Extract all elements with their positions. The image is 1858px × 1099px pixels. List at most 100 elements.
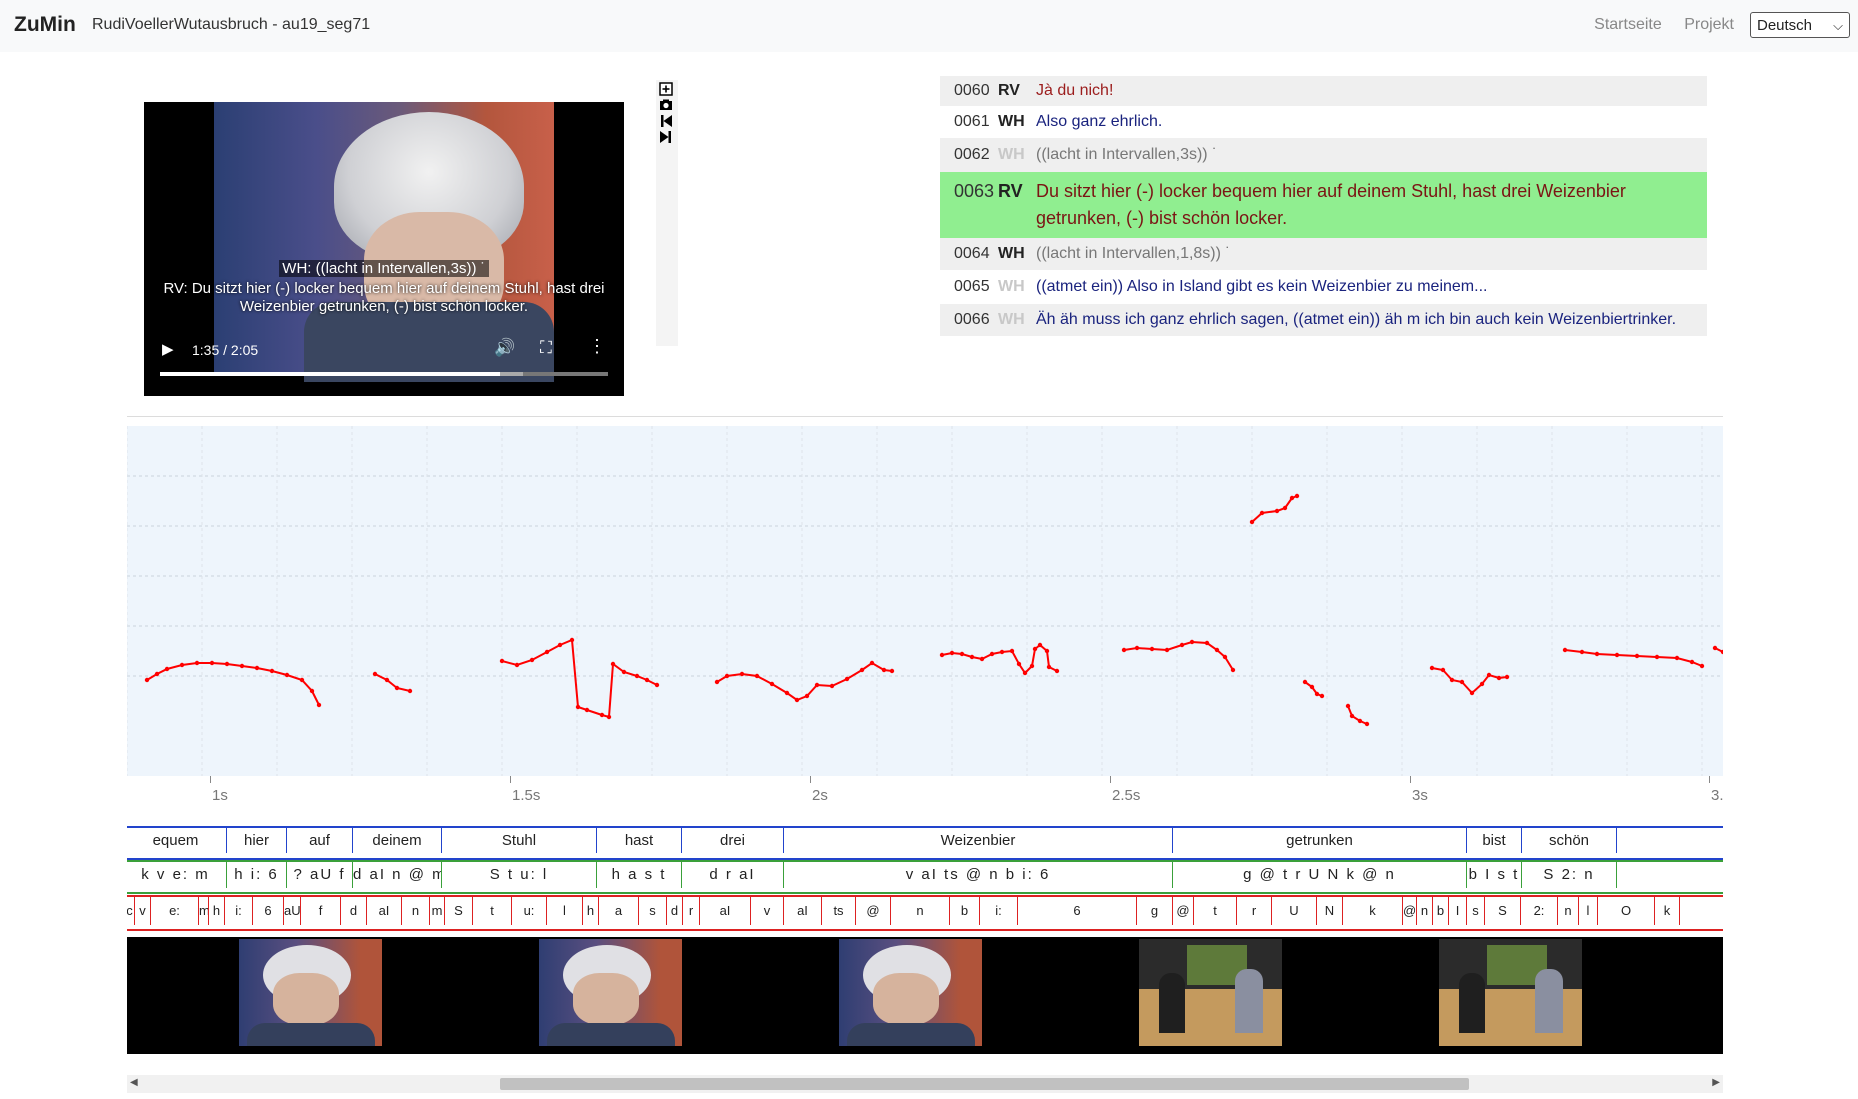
phone-cell[interactable]: f — [301, 897, 341, 925]
phone-cell[interactable]: d — [341, 897, 367, 925]
transcript-line[interactable]: 0060 RV Jà du nich! — [940, 76, 1707, 106]
phone-cell[interactable]: b — [950, 897, 980, 925]
syllable-cell[interactable]: S t u: l — [442, 862, 597, 888]
phone-cell[interactable]: t — [473, 897, 512, 925]
phone-cell[interactable]: @ — [1403, 897, 1417, 925]
word-cell[interactable]: equem — [127, 828, 227, 853]
phone-cell[interactable]: n — [1558, 897, 1579, 925]
word-cell[interactable]: auf — [287, 828, 353, 853]
video-progress-bar[interactable] — [160, 372, 608, 376]
zoom-in-icon[interactable] — [659, 82, 673, 96]
phone-cell[interactable]: N — [1317, 897, 1343, 925]
volume-icon[interactable]: 🔊 — [494, 338, 515, 358]
video-thumbnail[interactable] — [1439, 939, 1582, 1046]
nav-link-projekt[interactable]: Projekt — [1684, 16, 1734, 33]
phone-cell[interactable]: v — [135, 897, 151, 925]
word-cell[interactable]: hier — [227, 828, 287, 853]
video-thumbnail[interactable] — [1139, 939, 1282, 1046]
word-cell[interactable]: schön — [1522, 828, 1617, 853]
phone-cell[interactable]: m — [199, 897, 209, 925]
syllable-cell[interactable]: S 2: n — [1522, 862, 1617, 888]
syllable-cell[interactable]: ? aU f — [287, 862, 353, 888]
phone-cell[interactable]: r — [1237, 897, 1272, 925]
phone-cell[interactable]: n — [1417, 897, 1433, 925]
nav-link-startseite[interactable]: Startseite — [1594, 16, 1662, 33]
phone-cell[interactable]: l — [1579, 897, 1598, 925]
word-cell[interactable]: Weizenbier — [784, 828, 1173, 853]
phone-cell[interactable]: h — [583, 897, 599, 925]
phone-cell[interactable]: v — [751, 897, 784, 925]
word-cell[interactable]: Stuhl — [442, 828, 597, 853]
screenshot-icon[interactable] — [659, 98, 673, 112]
phone-cell[interactable]: e: — [151, 897, 199, 925]
phone-cell[interactable]: ts — [822, 897, 856, 925]
scroll-left-icon[interactable]: ◀ — [130, 1077, 138, 1088]
phone-cell[interactable]: b — [1433, 897, 1449, 925]
skip-back-icon[interactable] — [659, 114, 673, 128]
phone-cell[interactable]: d — [667, 897, 683, 925]
phone-cell[interactable]: u: — [512, 897, 547, 925]
syllable-cell[interactable]: d aI n @ m — [353, 862, 442, 888]
transcript-line[interactable]: 0063 RV Du sitzt hier (-) locker bequem hi… — [940, 172, 1707, 238]
scrollbar-thumb[interactable] — [499, 1078, 1470, 1090]
transcript-line[interactable]: 0061 WH Also ganz ehrlich. — [940, 106, 1707, 138]
phone-cell[interactable]: S — [1485, 897, 1521, 925]
phone-cell[interactable]: t — [1194, 897, 1237, 925]
phone-cell[interactable]: aI — [700, 897, 751, 925]
transcript-line[interactable]: 0062 WH ((lacht in Intervallen,3s)) ˙ — [940, 138, 1707, 172]
scroll-right-icon[interactable]: ▶ — [1712, 1077, 1720, 1088]
word-cell[interactable]: hast — [597, 828, 682, 853]
phone-cell[interactable]: @ — [1173, 897, 1194, 925]
phone-cell[interactable]: aI — [784, 897, 822, 925]
skip-forward-icon[interactable] — [659, 130, 673, 144]
word-cell[interactable]: getrunken — [1173, 828, 1467, 853]
phone-cell[interactable]: k — [1343, 897, 1403, 925]
phone-cell[interactable]: I — [1449, 897, 1467, 925]
phone-cell[interactable]: 2: — [1521, 897, 1558, 925]
word-cell[interactable]: bist — [1467, 828, 1522, 853]
phone-cell[interactable]: S — [445, 897, 473, 925]
syllable-cell[interactable]: h a s t — [597, 862, 682, 888]
transcript-line[interactable]: 0064 WH ((lacht in Intervallen,1,8s)) ˙ — [940, 238, 1707, 270]
phone-cell[interactable]: 6 — [1018, 897, 1137, 925]
phone-cell[interactable]: i: — [980, 897, 1018, 925]
transcript-line[interactable]: 0065 WH ((atmet ein)) Also in Island gibt … — [940, 270, 1707, 304]
phone-cell[interactable]: n — [402, 897, 430, 925]
brand-logo[interactable]: ZuMin — [14, 13, 76, 37]
syllable-cell[interactable]: b I s t — [1467, 862, 1522, 888]
word-cell[interactable]: drei — [682, 828, 784, 853]
syllable-cell[interactable]: k v e: m — [127, 862, 227, 888]
phone-cell[interactable]: g — [1137, 897, 1173, 925]
syllable-cell[interactable]: d r aI — [682, 862, 784, 888]
video-thumbnail[interactable] — [839, 939, 982, 1046]
timeline-scrollbar[interactable]: ◀ ▶ — [127, 1075, 1723, 1093]
phone-cell[interactable]: s — [639, 897, 667, 925]
phone-cell[interactable]: k — [1655, 897, 1680, 925]
phone-cell[interactable]: n — [891, 897, 950, 925]
video-thumbnail[interactable] — [539, 939, 682, 1046]
video-filmstrip[interactable] — [127, 937, 1723, 1054]
phone-cell[interactable]: aI — [367, 897, 402, 925]
video-thumbnail[interactable] — [239, 939, 382, 1046]
phone-cell[interactable]: s — [1467, 897, 1485, 925]
syllable-cell[interactable]: g @ t r U N k @ n — [1173, 862, 1467, 888]
more-options-icon[interactable]: ⋮ — [588, 336, 606, 357]
phone-cell[interactable] — [1680, 897, 1723, 925]
phone-cell[interactable]: a — [599, 897, 639, 925]
phone-cell[interactable]: m — [430, 897, 445, 925]
word-cell[interactable]: deinem — [353, 828, 442, 853]
phone-cell[interactable]: @ — [856, 897, 891, 925]
phone-cell[interactable]: h — [209, 897, 225, 925]
pitch-contour-panel[interactable] — [127, 426, 1723, 776]
phone-cell[interactable]: l — [547, 897, 583, 925]
phone-cell[interactable]: i: — [225, 897, 253, 925]
syllable-cell[interactable]: h i: 6 — [227, 862, 287, 888]
syllable-cell[interactable] — [1617, 862, 1723, 888]
phone-cell[interactable]: r — [683, 897, 700, 925]
phone-cell[interactable]: O — [1598, 897, 1655, 925]
fullscreen-icon[interactable]: ⛶ — [540, 338, 552, 358]
language-select[interactable]: Deutsch ⌵ — [1750, 12, 1850, 38]
phone-cell[interactable]: c — [127, 897, 135, 925]
transcript-line[interactable]: 0066 WH Äh äh muss ich ganz ehrlich sagen,… — [940, 304, 1707, 336]
phone-cell[interactable]: U — [1272, 897, 1317, 925]
